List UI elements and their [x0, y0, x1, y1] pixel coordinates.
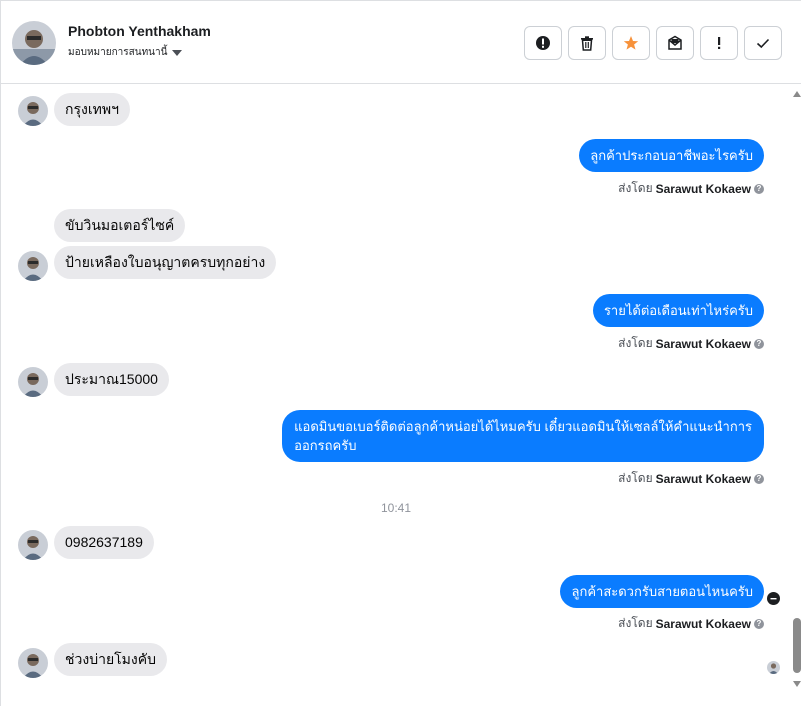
message-line: ออกรถครับ	[294, 438, 357, 453]
incoming-message: ป้ายเหลืองใบอนุญาตครบทุกอย่าง	[54, 246, 277, 279]
customer-avatar-small	[18, 367, 48, 397]
conversation-panel: Phobton Yenthakham มอบหมายการสนทนานี้ กร…	[0, 0, 801, 706]
sent-by-label: ส่งโดย Sarawut Kokaew ?	[618, 469, 764, 488]
help-icon[interactable]: ?	[754, 183, 764, 194]
incoming-message: ประมาณ15000	[54, 363, 169, 396]
scroll-down-arrow-icon[interactable]	[793, 681, 801, 687]
done-button[interactable]	[744, 26, 782, 60]
delete-button[interactable]	[568, 26, 606, 60]
follow-up-button[interactable]	[700, 26, 738, 60]
help-icon[interactable]: ?	[754, 338, 764, 349]
conversation-header: Phobton Yenthakham มอบหมายการสนทนานี้	[1, 1, 801, 84]
customer-avatar-small	[18, 648, 48, 678]
mail-icon	[668, 35, 682, 50]
scrollbar-thumb[interactable]	[793, 618, 801, 673]
scroll-up-arrow-icon[interactable]	[793, 91, 801, 97]
incoming-message: ช่วงบ่ายโมงคับ	[54, 643, 167, 676]
sent-by-label: ส่งโดย Sarawut Kokaew ?	[618, 334, 764, 353]
customer-avatar[interactable]	[12, 21, 56, 65]
message-status-icon	[767, 592, 780, 605]
check-icon	[756, 38, 770, 49]
header-actions	[524, 26, 782, 60]
caret-down-icon	[172, 49, 183, 56]
assign-conversation-dropdown[interactable]: มอบหมายการสนทนานี้	[68, 45, 183, 60]
sent-by-label: ส่งโดย Sarawut Kokaew ?	[618, 179, 764, 198]
exclamation-icon	[718, 37, 721, 49]
agent-name[interactable]: Sarawut Kokaew	[656, 617, 751, 631]
seen-avatar	[767, 661, 780, 674]
unread-button[interactable]	[656, 26, 694, 60]
incoming-message: 0982637189	[54, 526, 154, 559]
spam-button[interactable]	[524, 26, 562, 60]
incoming-message: กรุงเทพฯ	[54, 93, 130, 126]
help-icon[interactable]: ?	[754, 473, 764, 484]
customer-name[interactable]: Phobton Yenthakham	[68, 23, 211, 39]
incoming-message: ขับวินมอเตอร์ไซค์	[54, 209, 186, 242]
agent-name[interactable]: Sarawut Kokaew	[656, 472, 751, 486]
outgoing-message: ลูกค้าสะดวกรับสายตอนไหนครับ	[560, 575, 764, 608]
message-timestamp: 10:41	[380, 501, 412, 515]
outgoing-message: รายได้ต่อเดือนเท่าไหร่ครับ	[592, 294, 764, 327]
customer-avatar-small	[18, 530, 48, 560]
outgoing-message: ลูกค้าประกอบอาชีพอะไรครับ	[579, 139, 764, 172]
alert-circle-icon	[536, 36, 550, 50]
scrollbar[interactable]	[791, 85, 801, 706]
message-line: แอดมินขอเบอร์ติดต่อลูกค้าหน่อยได้ไหมครับ…	[294, 419, 752, 434]
customer-avatar-small	[18, 96, 48, 126]
customer-avatar-small	[18, 251, 48, 281]
assign-label: มอบหมายการสนทนานี้	[68, 47, 168, 58]
help-icon[interactable]: ?	[754, 618, 764, 629]
star-icon	[623, 36, 639, 50]
star-button[interactable]	[612, 26, 650, 60]
outgoing-message: แอดมินขอเบอร์ติดต่อลูกค้าหน่อยได้ไหมครับ…	[282, 410, 764, 462]
message-list: กรุงเทพฯ ลูกค้าประกอบอาชีพอะไรครับ ส่งโด…	[1, 85, 791, 706]
sent-by-label: ส่งโดย Sarawut Kokaew ?	[618, 614, 764, 633]
agent-name[interactable]: Sarawut Kokaew	[656, 182, 751, 196]
trash-icon	[581, 36, 593, 51]
agent-name[interactable]: Sarawut Kokaew	[656, 337, 751, 351]
